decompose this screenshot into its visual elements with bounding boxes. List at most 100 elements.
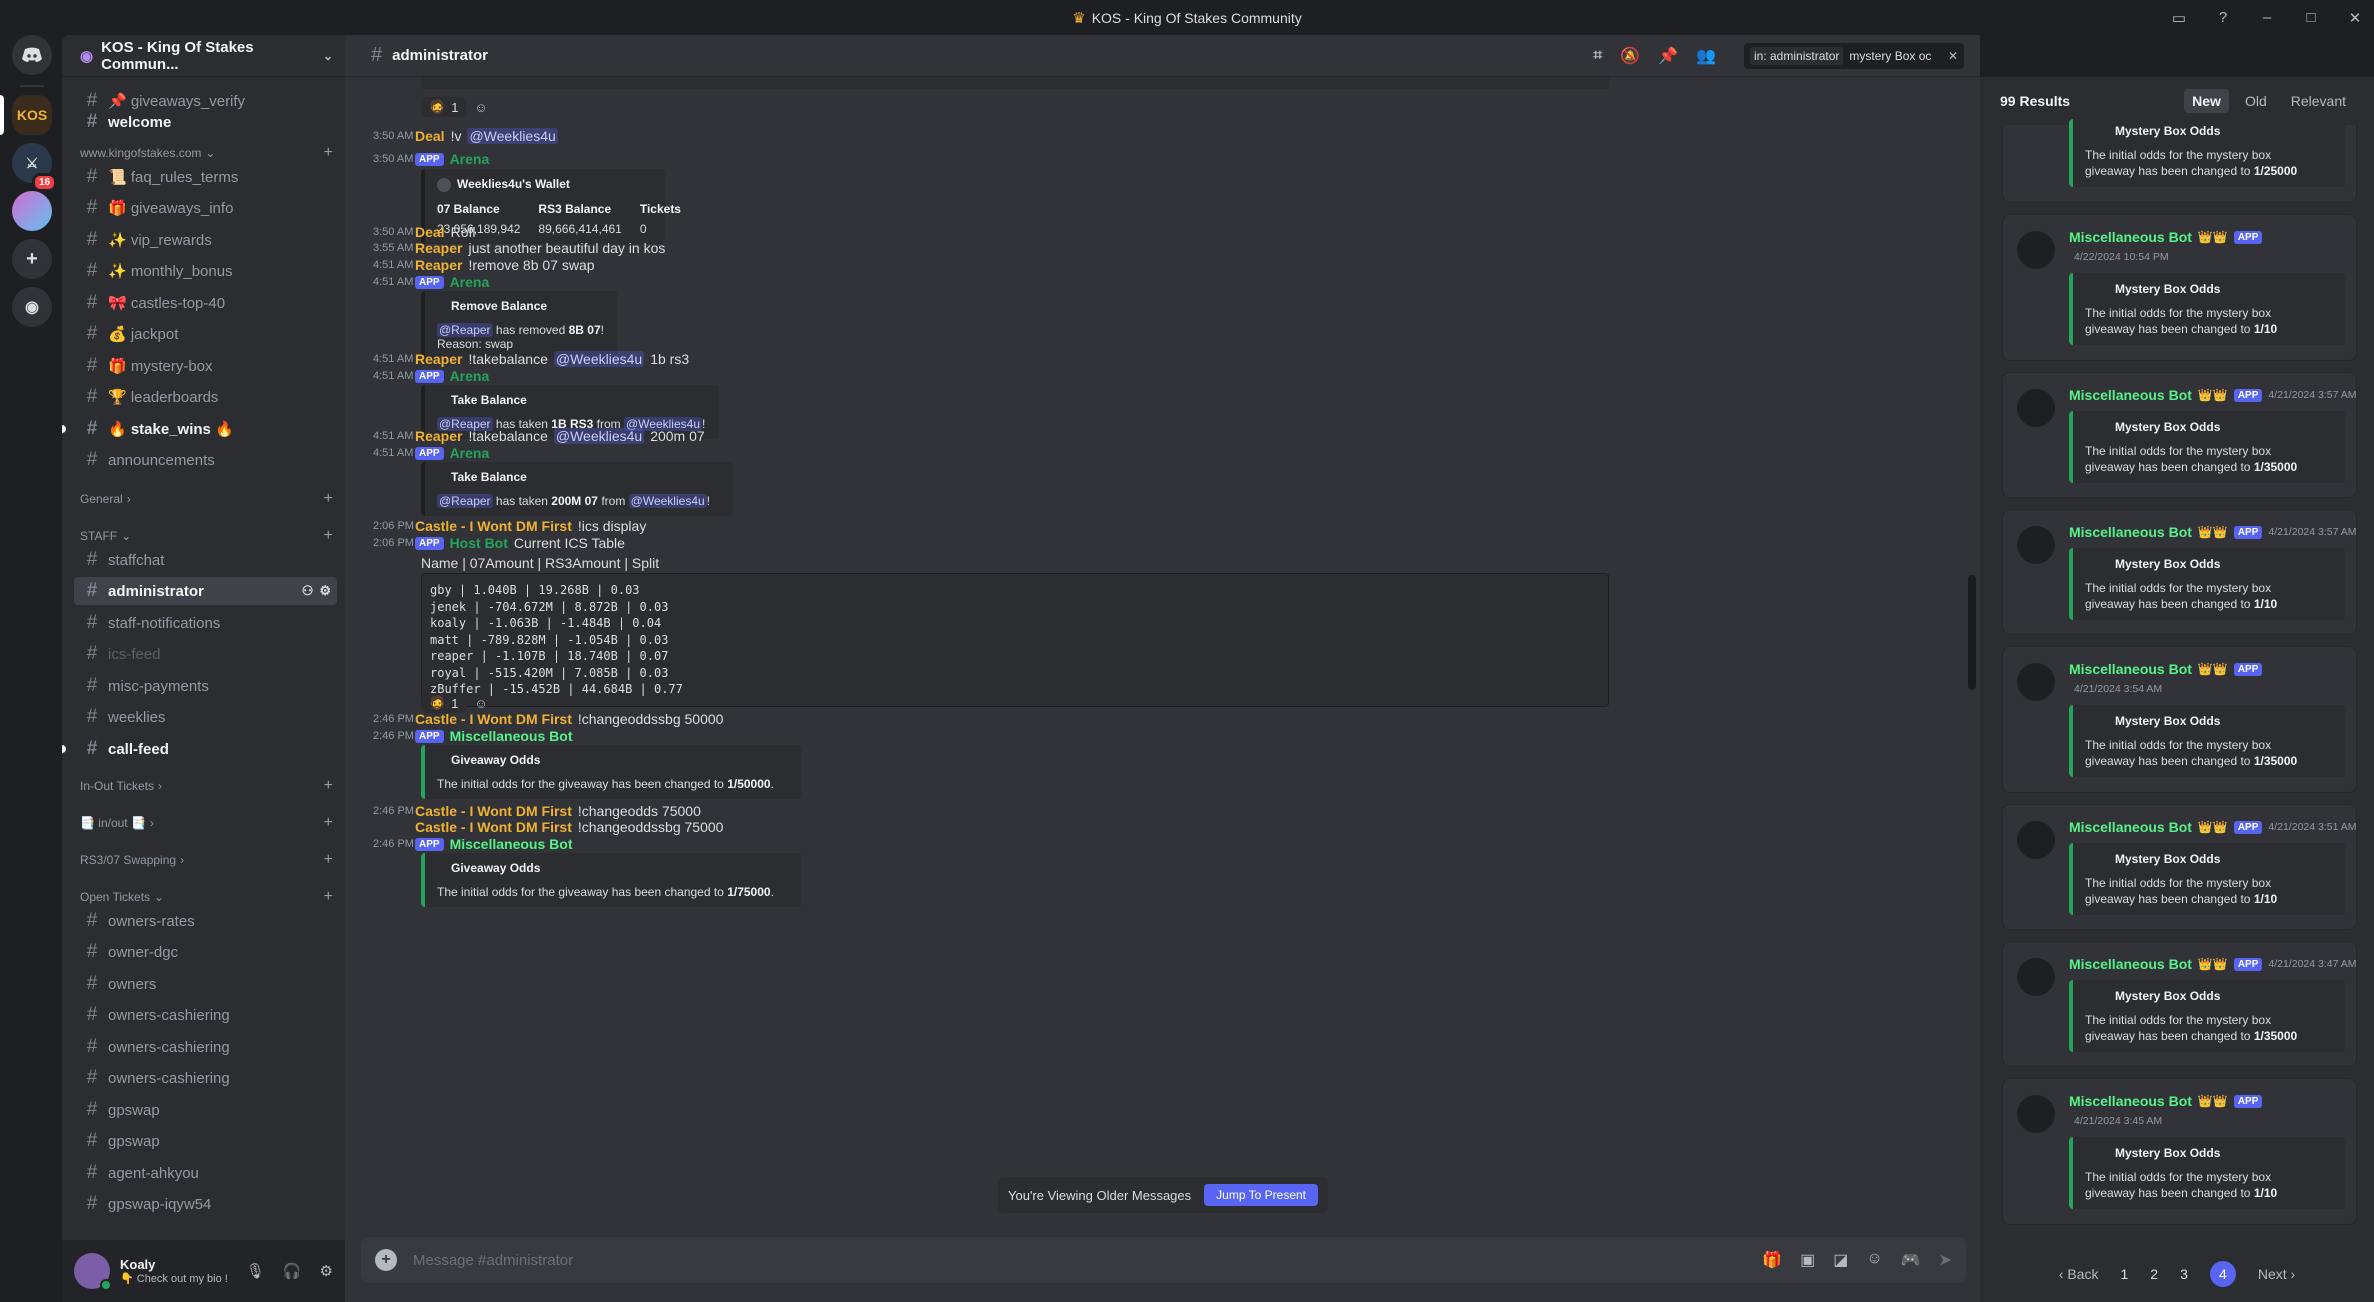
username[interactable]: Miscellaneous Bot: [450, 836, 573, 852]
username[interactable]: Castle - I Wont DM First: [415, 819, 572, 835]
gear-icon[interactable]: ⚙: [320, 1262, 333, 1280]
result-card[interactable]: Miscellaneous Bot 👑👑 APP 4/21/2024 3:45 AM…: [2002, 1078, 2357, 1225]
reaction[interactable]: 🧔 1: [421, 693, 467, 713]
channel-weeklies[interactable]: # weeklies: [74, 703, 337, 731]
add-channel-icon[interactable]: +: [324, 814, 333, 832]
category-inout-2[interactable]: 📑 in/out 📑 › +: [80, 813, 333, 833]
inbox-icon[interactable]: ▭: [2170, 9, 2188, 27]
bot-name[interactable]: Miscellaneous Bot: [2069, 956, 2192, 972]
gif-icon[interactable]: ▣: [1800, 1250, 1815, 1270]
channel-gpswap-iqyw54[interactable]: # gpswap-iqyw54: [74, 1190, 337, 1218]
result-card[interactable]: Miscellaneous Bot 👑👑 APP 4/22/2024 10:54 P…: [2002, 214, 2357, 361]
sticker-icon[interactable]: ◪: [1833, 1250, 1848, 1270]
minimize-icon[interactable]: –: [2258, 9, 2276, 26]
result-card[interactable]: Miscellaneous Bot 👑👑 APP 4/21/2024 3:57 AM …: [2002, 372, 2357, 498]
channel-gpswap[interactable]: # gpswap: [74, 1127, 337, 1155]
username[interactable]: Castle - I Wont DM First: [415, 803, 572, 819]
discord-home-icon[interactable]: [12, 35, 52, 75]
result-card[interactable]: Miscellaneous Bot 👑👑 APP 4/21/2024 3:51 AM …: [2002, 804, 2357, 930]
mention[interactable]: @Weeklies4u: [467, 128, 558, 144]
page-button[interactable]: 3: [2180, 1266, 2188, 1282]
chat-scrollbar[interactable]: [1968, 575, 1976, 690]
bot-name[interactable]: Miscellaneous Bot: [2069, 1093, 2192, 1109]
channel-welcome[interactable]: # welcome: [74, 108, 337, 136]
page-button[interactable]: 2: [2150, 1266, 2158, 1282]
username[interactable]: Arena: [450, 445, 490, 461]
user-info[interactable]: Koaly 👇 Check out my bio !: [120, 1257, 228, 1285]
message-input[interactable]: Message #administrator: [413, 1252, 573, 1269]
channel-owner-dgc[interactable]: # owner-dgc: [74, 938, 337, 966]
next-button[interactable]: Next ›: [2258, 1266, 2295, 1282]
mention[interactable]: @Reaper: [437, 323, 493, 337]
username[interactable]: Arena: [450, 274, 490, 290]
add-attachment-icon[interactable]: +: [375, 1249, 397, 1271]
guild-header[interactable]: ◉ KOS - King Of Stakes Commun... ⌄: [62, 35, 345, 77]
members-icon[interactable]: 👥: [1696, 46, 1716, 66]
page-button[interactable]: 1: [2120, 1266, 2128, 1282]
add-reaction-icon[interactable]: ☺: [474, 696, 487, 711]
clear-search-icon[interactable]: ✕: [1948, 49, 1958, 63]
category-rs3-swapping[interactable]: RS3/07 Swapping › +: [80, 850, 333, 870]
add-server-icon[interactable]: +: [12, 239, 52, 279]
pin-icon[interactable]: 📌: [1658, 46, 1678, 66]
username[interactable]: Castle - I Wont DM First: [415, 711, 572, 727]
bot-name[interactable]: Miscellaneous Bot: [2069, 387, 2192, 403]
channel-faq[interactable]: # 📜 faq_rules_terms: [74, 163, 337, 191]
username[interactable]: Miscellaneous Bot: [450, 728, 573, 744]
result-card[interactable]: Miscellaneous Bot 👑👑 APP 4/21/2024 3:57 AM …: [2002, 509, 2357, 635]
close-icon[interactable]: ✕: [2346, 9, 2364, 27]
username[interactable]: Deal: [415, 224, 445, 240]
kos-server-icon[interactable]: KOS: [12, 95, 52, 135]
category-inout[interactable]: In-Out Tickets › +: [80, 776, 333, 796]
add-channel-icon[interactable]: +: [324, 144, 333, 162]
username[interactable]: Arena: [450, 151, 490, 167]
channel-owners[interactable]: # owners: [74, 970, 337, 998]
channel-monthly-bonus[interactable]: # ✨ monthly_bonus: [74, 257, 337, 285]
channel-ics-feed[interactable]: # ics-feed: [74, 640, 337, 668]
help-icon[interactable]: ?: [2214, 9, 2232, 26]
add-channel-icon[interactable]: +: [324, 527, 333, 545]
channel-owners-cashiering[interactable]: # owners-cashiering: [74, 1033, 337, 1061]
bot-name[interactable]: Miscellaneous Bot: [2069, 819, 2192, 835]
emoji-icon[interactable]: ☺: [1866, 1250, 1882, 1270]
channel-mystery-box[interactable]: # 🎁 mystery-box: [74, 352, 337, 380]
mention[interactable]: @Reaper: [437, 494, 493, 508]
add-channel-icon[interactable]: +: [324, 490, 333, 508]
reaction[interactable]: 🧔 1: [421, 97, 467, 117]
maximize-icon[interactable]: □: [2302, 9, 2320, 26]
username[interactable]: Deal: [415, 128, 445, 144]
server-icon-3[interactable]: [12, 191, 52, 231]
channel-misc-payments[interactable]: # misc-payments: [74, 672, 337, 700]
channel-owners-rates[interactable]: # owners-rates: [74, 907, 337, 935]
channel-announcements[interactable]: # announcements: [74, 446, 337, 474]
username[interactable]: Reaper: [415, 240, 462, 256]
bot-name[interactable]: Miscellaneous Bot: [2069, 661, 2192, 677]
avatar[interactable]: [74, 1253, 112, 1291]
mute-bell-icon[interactable]: 🔕: [1620, 46, 1640, 66]
channel-staffchat[interactable]: # staffchat: [74, 546, 337, 574]
channel-owners-cashiering[interactable]: # owners-cashiering: [74, 1001, 337, 1029]
send-icon[interactable]: ➤: [1939, 1250, 1952, 1270]
username[interactable]: Arena: [450, 368, 490, 384]
threads-icon[interactable]: ⌗: [1593, 47, 1602, 65]
invite-icon[interactable]: ⚇: [302, 583, 314, 599]
username[interactable]: Reaper: [415, 428, 462, 444]
mention[interactable]: @Weeklies4u: [628, 494, 707, 508]
channel-administrator[interactable]: # administrator ⚇ ⚙: [74, 577, 337, 605]
microphone-icon[interactable]: 🎙: [246, 1262, 265, 1280]
apps-icon[interactable]: 🎮: [1901, 1250, 1921, 1270]
channel-vip-rewards[interactable]: # ✨ vip_rewards: [74, 226, 337, 254]
username[interactable]: Host Bot: [450, 535, 508, 551]
category-open-tickets[interactable]: Open Tickets ⌄ +: [80, 887, 333, 907]
jump-to-present-button[interactable]: Jump To Present: [1204, 1184, 1318, 1206]
channel-giveaways-info[interactable]: # 🎁 giveaways_info: [74, 194, 337, 222]
category-general[interactable]: General › +: [80, 489, 333, 509]
mention[interactable]: @Weeklies4u: [553, 428, 645, 444]
add-channel-icon[interactable]: +: [324, 777, 333, 795]
category-staff[interactable]: STAFF ⌄ +: [80, 526, 333, 546]
bot-name[interactable]: Miscellaneous Bot: [2069, 229, 2192, 245]
add-channel-icon[interactable]: +: [324, 851, 333, 869]
bot-name[interactable]: Miscellaneous Bot: [2069, 524, 2192, 540]
channel-owners-cashiering[interactable]: # owners-cashiering: [74, 1064, 337, 1092]
result-card[interactable]: Miscellaneous Bot 👑👑 APP 4/21/2024 3:47 AM …: [2002, 941, 2357, 1067]
